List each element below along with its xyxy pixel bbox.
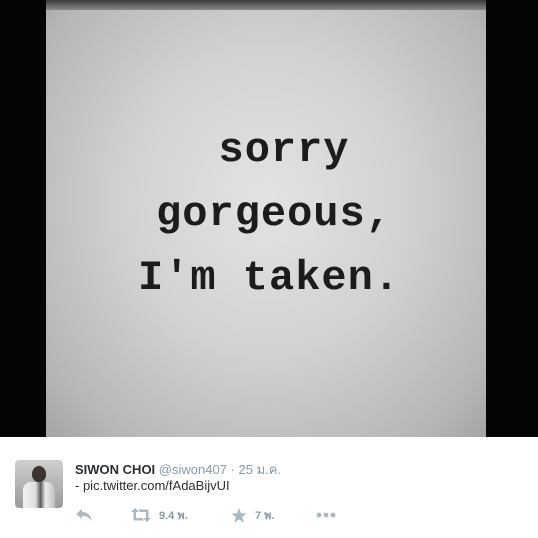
more-dots-icon	[316, 512, 336, 518]
user-handle[interactable]: @siwon407	[159, 462, 227, 477]
favorite-button[interactable]: 7 พ.	[231, 506, 274, 524]
tweet-text-prefix: -	[75, 478, 83, 493]
header-separator: ·	[230, 462, 235, 477]
tweet-photo[interactable]: sorry gorgeous, I'm taken.	[0, 0, 538, 437]
user-name[interactable]: SIWON CHOI	[75, 462, 155, 477]
photo-line-3: I'm taken.	[137, 254, 401, 302]
reply-button[interactable]	[75, 506, 93, 524]
tweet-actions: 9.4 พ. 7 พ.	[75, 506, 375, 524]
star-icon	[231, 507, 247, 523]
photo-line-1: sorry	[218, 126, 350, 174]
tweet-text: - pic.twitter.com/fAdaBijvUI	[75, 478, 230, 493]
tweet-date[interactable]: 25 ม.ค.	[239, 462, 282, 477]
tweet-header: SIWON CHOI @siwon407 · 25 ม.ค.	[75, 459, 281, 480]
tweet-card: sorry gorgeous, I'm taken. SIWON CHOI @s…	[0, 0, 538, 538]
retweet-button[interactable]: 9.4 พ.	[131, 506, 188, 524]
retweet-count: 9.4 พ.	[159, 510, 188, 522]
avatar-body	[23, 482, 55, 508]
tweet-link[interactable]: pic.twitter.com/fAdaBijvUI	[83, 478, 230, 493]
photo-line-2: gorgeous,	[156, 190, 392, 238]
tweet-body: SIWON CHOI @siwon407 · 25 ม.ค. - pic.twi…	[0, 437, 538, 538]
retweet-icon	[131, 508, 151, 522]
favorite-count: 7 พ.	[255, 510, 275, 522]
paper-top-shadow	[46, 0, 486, 10]
reply-icon	[75, 508, 93, 522]
photo-typed-text: sorry gorgeous, I'm taken.	[0, 118, 538, 310]
avatar[interactable]	[15, 460, 63, 508]
more-button[interactable]	[316, 506, 336, 524]
avatar-head	[32, 466, 46, 482]
